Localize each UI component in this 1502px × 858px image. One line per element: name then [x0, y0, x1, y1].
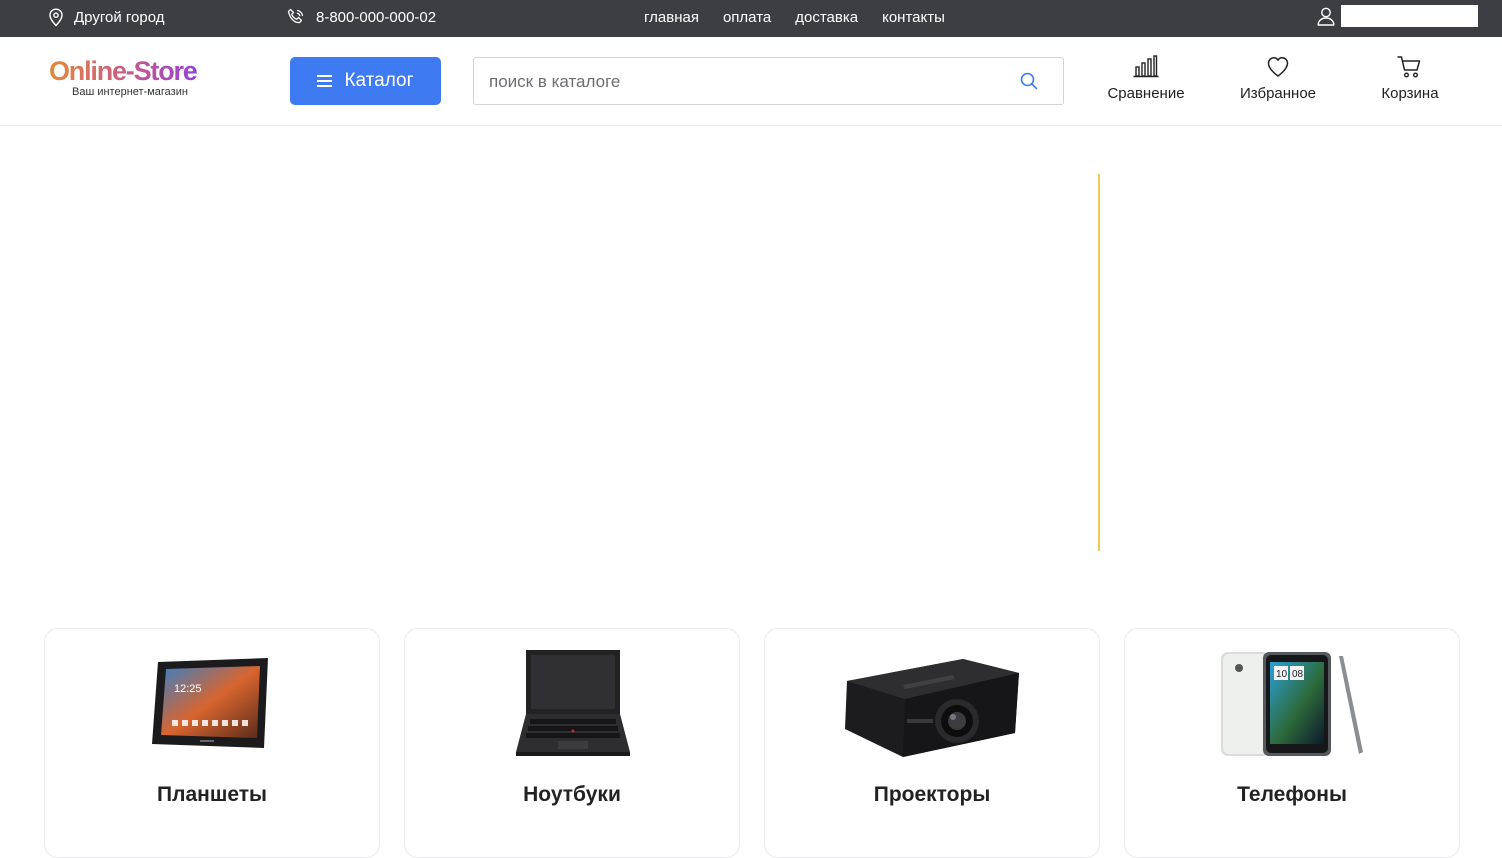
category-title: Проекторы — [873, 783, 991, 806]
phone-link[interactable]: 8-800-000-000-02 — [287, 8, 436, 26]
laptop-image — [405, 643, 739, 765]
catalog-button-label: Каталог — [344, 70, 414, 91]
site-logo[interactable]: Online-Store Ваш интернет-магазин — [49, 57, 209, 98]
cart-label: Корзина — [1381, 85, 1439, 102]
cart-icon — [1397, 56, 1421, 78]
tablet-image: 12:25 — [45, 643, 379, 765]
hero-divider — [1098, 174, 1100, 551]
favorites-button[interactable]: Избранное — [1228, 55, 1328, 102]
search-input[interactable] — [489, 70, 1009, 94]
top-nav: главная оплата доставка контакты — [644, 9, 945, 26]
nav-link-delivery[interactable]: доставка — [795, 9, 858, 26]
category-card-tablets[interactable]: 12:25 Планшеты — [44, 628, 380, 858]
city-selector[interactable]: Другой город — [48, 8, 164, 27]
search-box — [473, 57, 1064, 105]
svg-text:10: 10 — [1276, 669, 1288, 680]
category-title: Планшеты — [157, 783, 267, 806]
city-label: Другой город — [74, 9, 165, 26]
nav-link-payment[interactable]: оплата — [723, 9, 771, 26]
category-card-phones[interactable]: 10 08 Телефоны — [1124, 628, 1460, 858]
category-card-projectors[interactable]: Проекторы — [764, 628, 1100, 858]
catalog-button[interactable]: Каталог — [290, 57, 441, 105]
compare-label: Сравнение — [1107, 85, 1185, 102]
svg-text:12:25: 12:25 — [174, 683, 202, 695]
logo-brand: Online-Store — [49, 57, 209, 85]
favorites-label: Избранное — [1239, 85, 1317, 102]
category-card-laptops[interactable]: Ноутбуки — [404, 628, 740, 858]
svg-text:08: 08 — [1292, 669, 1304, 680]
nav-link-home[interactable]: главная — [644, 9, 699, 26]
compare-button[interactable]: Сравнение — [1096, 55, 1196, 102]
search-icon[interactable] — [1019, 71, 1039, 91]
logo-tagline: Ваш интернет-магазин — [72, 86, 188, 98]
projector-image — [765, 643, 1099, 765]
menu-icon — [317, 72, 333, 90]
account-box[interactable] — [1341, 5, 1478, 27]
cart-button[interactable]: Корзина — [1360, 55, 1460, 102]
compare-chart-icon — [1133, 55, 1159, 78]
main-header: Online-Store Ваш интернет-магазин Катало… — [0, 37, 1502, 126]
location-pin-icon — [49, 8, 63, 27]
category-title: Ноутбуки — [523, 783, 621, 806]
heart-icon — [1267, 57, 1289, 77]
phone-number: 8-800-000-000-02 — [316, 8, 437, 26]
category-title: Телефоны — [1237, 783, 1347, 806]
nav-link-contacts[interactable]: контакты — [882, 9, 945, 26]
phone-image: 10 08 — [1125, 643, 1459, 765]
user-icon[interactable] — [1317, 7, 1335, 26]
top-bar: Другой город 8-800-000-000-02 главная оп… — [0, 0, 1502, 37]
phone-icon — [287, 8, 304, 24]
